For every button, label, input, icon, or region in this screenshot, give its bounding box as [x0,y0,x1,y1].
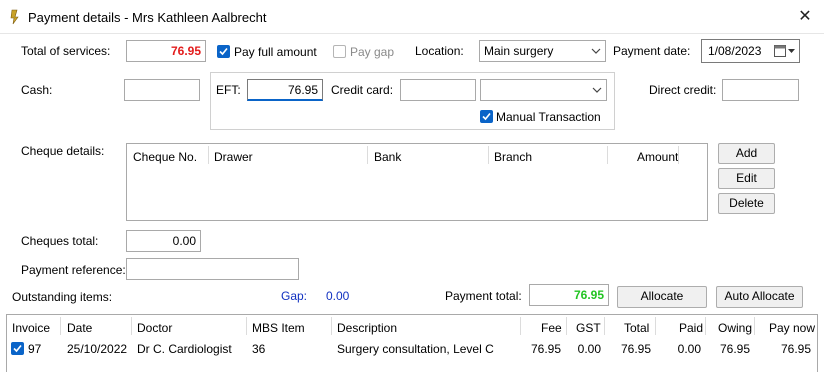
pay-gap-label: Pay gap [350,45,395,59]
cheque-table[interactable]: Cheque No. Drawer Bank Branch Amount [126,143,708,221]
credit-card-label: Credit card: [331,83,394,97]
col-description[interactable]: Description [337,321,397,335]
cheques-total-field: 0.00 [126,230,201,252]
cell-owing: 76.95 [719,342,750,356]
cheques-total-label: Cheques total: [21,234,99,248]
cell-doctor: Dr C. Cardiologist [137,342,232,356]
auto-allocate-button[interactable]: Auto Allocate [716,286,803,308]
pay-full-checkbox[interactable] [217,45,230,58]
close-icon[interactable]: ✕ [794,6,816,28]
col-owing[interactable]: Owing [718,321,752,335]
items-table-header: Invoice Date Doctor MBS Item Description… [7,315,817,337]
chevron-down-icon [592,80,602,108]
cell-description: Surgery consultation, Level C [337,342,494,356]
col-amount[interactable]: Amount [637,150,678,164]
pay-full-label: Pay full amount [234,45,317,59]
cell-total: 76.95 [620,342,651,356]
direct-credit-input[interactable] [722,79,799,101]
cell-gst: 0.00 [577,342,601,356]
pay-gap-checkbox[interactable] [333,45,346,58]
table-row[interactable]: 97 25/10/2022 Dr C. Cardiologist 36 Surg… [7,338,817,358]
payment-date-value: 1/08/2023 [708,44,762,58]
payment-reference-label: Payment reference: [21,263,126,277]
eft-label: EFT: [216,83,241,97]
payment-total-label: Payment total: [445,289,522,303]
col-gst[interactable]: GST [576,321,601,335]
cell-date: 25/10/2022 [67,342,128,356]
calendar-icon[interactable] [774,44,796,64]
payment-date-picker[interactable]: 1/08/2023 [701,39,800,63]
delete-cheque-button[interactable]: Delete [718,193,775,214]
col-total[interactable]: Total [624,321,649,335]
col-pay-now[interactable]: Pay now [769,321,815,335]
chevron-down-icon [591,41,601,69]
allocate-button[interactable]: Allocate [617,286,707,308]
manual-transaction-label: Manual Transaction [496,110,601,124]
col-paid[interactable]: Paid [679,321,703,335]
payment-date-label: Payment date: [613,44,691,58]
row-select-checkbox[interactable] [11,342,24,355]
total-services-field: 76.95 [126,40,206,62]
outstanding-items-label: Outstanding items: [12,290,113,304]
location-label: Location: [415,44,464,58]
col-cheque-no[interactable]: Cheque No. [133,150,197,164]
col-date[interactable]: Date [67,321,92,335]
credit-card-type-dropdown[interactable] [480,79,607,101]
cell-fee: 76.95 [530,342,561,356]
gap-label: Gap: [281,289,308,303]
cheque-table-header: Cheque No. Drawer Bank Branch Amount [127,144,707,166]
col-drawer[interactable]: Drawer [214,150,253,164]
credit-card-input[interactable] [400,79,476,101]
edit-cheque-button[interactable]: Edit [718,168,775,189]
gap-value: 0.00 [326,289,350,303]
cash-input[interactable] [124,79,200,101]
manual-transaction-checkbox[interactable] [480,110,493,123]
location-dropdown[interactable]: Main surgery [479,40,606,62]
col-invoice[interactable]: Invoice [12,321,50,335]
location-value: Main surgery [484,44,554,58]
cell-pay-now[interactable]: 76.95 [761,342,811,356]
payment-reference-input[interactable] [126,258,299,280]
payment-total-field: 76.95 [529,284,609,306]
direct-credit-label: Direct credit: [649,83,717,97]
cash-label: Cash: [21,83,53,97]
eft-input[interactable]: 76.95 [247,79,323,101]
col-branch[interactable]: Branch [494,150,532,164]
outstanding-items-table[interactable]: Invoice Date Doctor MBS Item Description… [6,314,818,372]
cell-invoice: 97 [28,342,42,356]
window-title: Payment details - Mrs Kathleen Aalbrecht [28,10,267,25]
cell-paid: 0.00 [677,342,701,356]
app-logo-icon [8,9,22,25]
col-bank[interactable]: Bank [374,150,401,164]
col-fee[interactable]: Fee [541,321,562,335]
total-services-label: Total of services: [21,44,111,58]
col-doctor[interactable]: Doctor [137,321,172,335]
col-mbs-item[interactable]: MBS Item [252,321,305,335]
cell-mbs-item: 36 [252,342,266,356]
cheque-details-label: Cheque details: [21,144,105,158]
add-cheque-button[interactable]: Add [718,143,775,164]
